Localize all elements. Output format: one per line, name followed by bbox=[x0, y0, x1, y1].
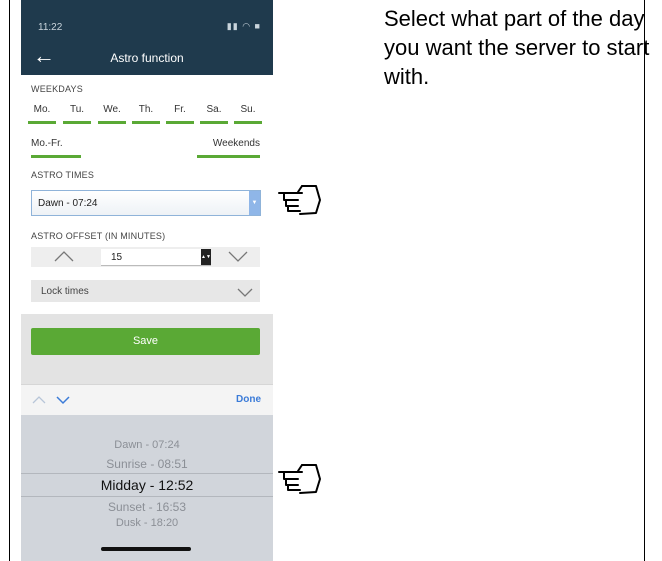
weekday-indicator bbox=[166, 121, 194, 124]
save-button[interactable]: Save bbox=[31, 328, 260, 355]
page-title: Astro function bbox=[110, 51, 184, 65]
pointing-hand-icon bbox=[278, 185, 321, 215]
weekday-we[interactable]: We. bbox=[98, 104, 126, 124]
mo-fr-label: Mo.-Fr. bbox=[31, 138, 63, 149]
weekday-label: Fr. bbox=[174, 104, 186, 115]
weekday-th[interactable]: Th. bbox=[132, 104, 160, 124]
select-arrow-icon: ▼ bbox=[249, 191, 260, 215]
picker-wheel[interactable]: Dawn - 07:24 Sunrise - 08:51 Midday - 12… bbox=[21, 415, 273, 561]
weekday-label: Su. bbox=[240, 104, 256, 115]
lock-times-dropdown[interactable]: Lock times bbox=[31, 280, 260, 302]
mo-fr-button[interactable]: Mo.-Fr. bbox=[31, 138, 81, 158]
mo-fr-indicator bbox=[31, 155, 81, 158]
done-button[interactable]: Done bbox=[236, 394, 261, 405]
chevron-up-icon[interactable] bbox=[53, 248, 75, 269]
chevron-up-icon[interactable] bbox=[31, 393, 47, 411]
astro-offset-label: ASTRO OFFSET (IN MINUTES) bbox=[31, 231, 166, 241]
picker-option[interactable]: Dusk - 18:20 bbox=[21, 517, 273, 529]
home-indicator bbox=[101, 547, 191, 551]
weekday-label: We. bbox=[103, 104, 121, 115]
astro-offset-row: 15 ▲▼ bbox=[31, 247, 260, 267]
weekday-label: Tu. bbox=[69, 104, 85, 115]
weekday-label: Mo. bbox=[33, 104, 51, 115]
weekdays-label: WEEKDAYS bbox=[31, 84, 83, 94]
picker-option[interactable]: Dawn - 07:24 bbox=[21, 439, 273, 451]
astro-offset-value: 15 bbox=[111, 252, 123, 263]
weekends-button[interactable]: Weekends bbox=[197, 138, 260, 158]
chevron-down-icon[interactable] bbox=[55, 393, 71, 411]
chevron-down-icon[interactable] bbox=[227, 248, 249, 269]
picker-option[interactable]: Sunset - 16:53 bbox=[21, 500, 273, 514]
status-icons: ▮▮ ◠ ■ bbox=[226, 21, 261, 31]
weekday-sa[interactable]: Sa. bbox=[200, 104, 228, 124]
status-time: 11:22 bbox=[38, 22, 63, 33]
astro-times-label: ASTRO TIMES bbox=[31, 170, 95, 180]
weekday-indicator bbox=[98, 121, 126, 124]
weekday-indicator bbox=[28, 121, 56, 124]
weekday-label: Th. bbox=[138, 104, 154, 115]
weekday-indicator bbox=[234, 121, 262, 124]
pointing-hand-icon bbox=[278, 464, 321, 494]
weekday-indicator bbox=[132, 121, 160, 124]
app-header: 11:22 ▮▮ ◠ ■ ← Astro function bbox=[21, 0, 273, 75]
weekday-mo[interactable]: Mo. bbox=[28, 104, 56, 124]
weekday-tu[interactable]: Tu. bbox=[63, 104, 91, 124]
lock-times-label: Lock times bbox=[41, 286, 89, 297]
instruction-text: Select what part of the day you want the… bbox=[384, 6, 650, 89]
spinner-icon[interactable]: ▲▼ bbox=[201, 249, 211, 265]
weekday-fr[interactable]: Fr. bbox=[166, 104, 194, 124]
selection-line bbox=[21, 496, 273, 497]
selection-line bbox=[21, 473, 273, 474]
phone-screenshot: 11:22 ▮▮ ◠ ■ ← Astro function WEEKDAYS M… bbox=[21, 0, 273, 561]
document-border-left bbox=[9, 0, 10, 561]
astro-times-value: Dawn - 07:24 bbox=[38, 198, 98, 209]
weekends-indicator bbox=[197, 155, 260, 158]
chevron-down-icon bbox=[236, 285, 254, 303]
astro-offset-input[interactable]: 15 ▲▼ bbox=[101, 249, 211, 266]
astro-times-select[interactable]: Dawn - 07:24 ▼ bbox=[31, 190, 261, 216]
picker-toolbar: Done bbox=[21, 384, 273, 416]
weekday-indicator bbox=[63, 121, 91, 124]
weekday-indicator bbox=[200, 121, 228, 124]
weekday-label: Sa. bbox=[206, 104, 222, 115]
picker-option[interactable]: Sunrise - 08:51 bbox=[21, 457, 273, 471]
weekday-su[interactable]: Su. bbox=[234, 104, 262, 124]
weekends-label: Weekends bbox=[212, 138, 260, 149]
picker-option-selected[interactable]: Midday - 12:52 bbox=[21, 477, 273, 493]
